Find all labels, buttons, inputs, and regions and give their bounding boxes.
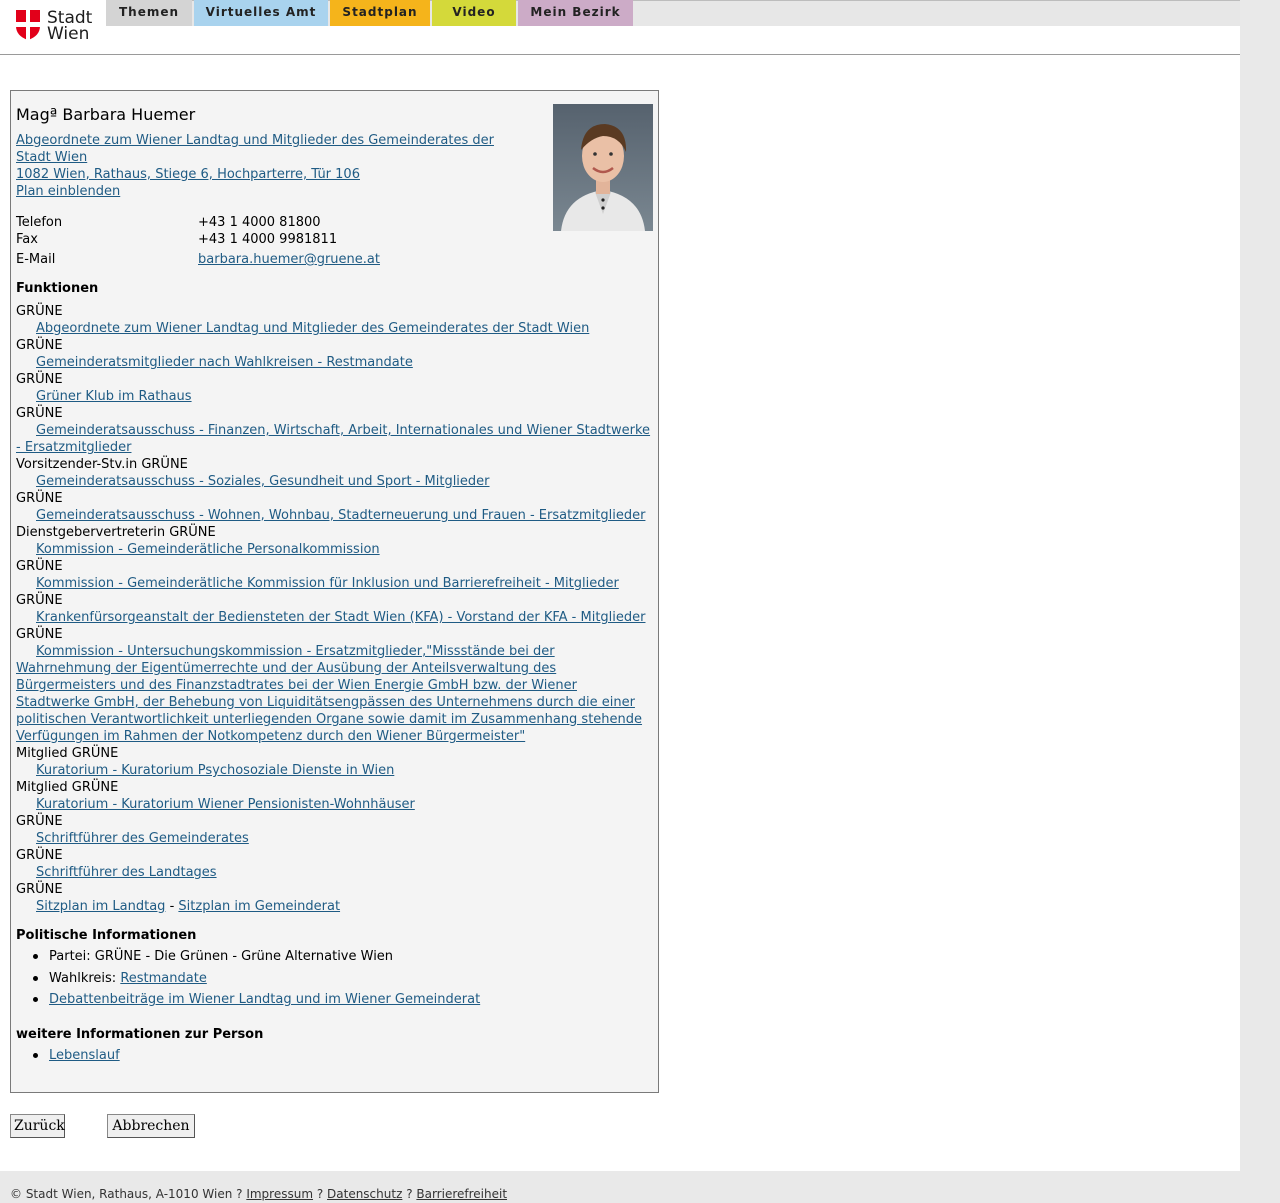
function-link[interactable]: Gemeinderatsmitglieder nach Wahlkreisen … bbox=[36, 355, 413, 370]
function-link[interactable]: Schriftführer des Landtages bbox=[36, 865, 217, 880]
function-role: GRÜNE bbox=[16, 559, 63, 574]
tab-virtuelles-amt[interactable]: Virtuelles Amt bbox=[194, 0, 328, 26]
copyright-text: © Stadt Wien, Rathaus, A-1010 Wien ? bbox=[10, 1187, 247, 1201]
bullet-icon bbox=[33, 1053, 38, 1058]
function-role: GRÜNE bbox=[16, 593, 63, 608]
impressum-link[interactable]: Impressum bbox=[246, 1187, 313, 1201]
stadt-wien-logo[interactable]: Stadt Wien bbox=[16, 8, 96, 44]
seatplan-landtag-link[interactable]: Sitzplan im Landtag bbox=[36, 899, 165, 914]
person-photo bbox=[553, 104, 653, 231]
footer-text: © Stadt Wien, Rathaus, A-1010 Wien ? Imp… bbox=[10, 1187, 507, 1201]
function-link-cont[interactable]: Bürgermeisters und des Finanzstadtrates … bbox=[16, 678, 577, 693]
address-link[interactable]: 1082 Wien, Rathaus, Stiege 6, Hochparter… bbox=[16, 167, 360, 182]
portrait-image bbox=[553, 104, 653, 231]
tab-mein-bezirk[interactable]: Mein Bezirk bbox=[518, 0, 633, 26]
person-detail-panel: Magª Barbara Huemer Abgeordnete zum Wien… bbox=[10, 90, 659, 1093]
function-link[interactable]: Kommission - Untersuchungskommission - E… bbox=[36, 644, 555, 659]
seatplan-separator: - bbox=[169, 899, 175, 914]
function-link[interactable]: Grüner Klub im Rathaus bbox=[36, 389, 192, 404]
function-role: GRÜNE bbox=[16, 882, 63, 897]
function-link-cont[interactable]: Wahrnehmung der Eigentümerrechte und der… bbox=[16, 661, 556, 676]
function-role: GRÜNE bbox=[16, 304, 63, 319]
phone-value: +43 1 4000 81800 bbox=[198, 215, 321, 230]
more-info-heading: weitere Informationen zur Person bbox=[16, 1027, 264, 1042]
footer-separator: ? bbox=[313, 1187, 328, 1201]
role-link-line2[interactable]: Stadt Wien bbox=[16, 150, 87, 165]
debates-link[interactable]: Debattenbeiträge im Wiener Landtag und i… bbox=[49, 992, 480, 1007]
email-link[interactable]: barbara.huemer@gruene.at bbox=[198, 252, 380, 267]
fax-value: +43 1 4000 9981811 bbox=[198, 232, 338, 247]
wien-shield-icon bbox=[16, 10, 40, 40]
function-role: GRÜNE bbox=[16, 848, 63, 863]
district-link[interactable]: Restmandate bbox=[120, 971, 207, 986]
functions-heading: Funktionen bbox=[16, 281, 99, 296]
district-info: Wahlkreis: Restmandate bbox=[49, 971, 207, 986]
privacy-link[interactable]: Datenschutz bbox=[327, 1187, 402, 1201]
function-link-cont[interactable]: Stadtwerke GmbH, der Behebung von Liquid… bbox=[16, 695, 635, 710]
phone-label: Telefon bbox=[16, 215, 63, 230]
function-role: Mitglied GRÜNE bbox=[16, 780, 119, 795]
political-info-heading: Politische Informationen bbox=[16, 928, 197, 943]
function-link[interactable]: Schriftführer des Gemeinderates bbox=[36, 831, 249, 846]
function-role: GRÜNE bbox=[16, 814, 63, 829]
bullet-icon bbox=[33, 976, 38, 981]
function-link[interactable]: Gemeinderatsausschuss - Finanzen, Wirtsc… bbox=[36, 423, 650, 438]
function-role: GRÜNE bbox=[16, 338, 63, 353]
district-label: Wahlkreis: bbox=[49, 971, 121, 986]
back-button[interactable]: Zurück bbox=[10, 1114, 65, 1138]
function-role: GRÜNE bbox=[16, 372, 63, 387]
function-role: Dienstgebervertreterin GRÜNE bbox=[16, 525, 216, 540]
function-link[interactable]: Kuratorium - Kuratorium Psychosoziale Di… bbox=[36, 763, 394, 778]
function-link[interactable]: Abgeordnete zum Wiener Landtag und Mitgl… bbox=[36, 321, 589, 336]
site-header: Stadt Wien Themen Virtuelles Amt Stadtpl… bbox=[0, 0, 1240, 55]
function-link-cont[interactable]: - Ersatzmitglieder bbox=[16, 440, 131, 455]
function-link-cont[interactable]: Verfügungen im Rahmen der Notkompetenz d… bbox=[16, 729, 525, 744]
tab-themen[interactable]: Themen bbox=[106, 0, 192, 26]
show-plan-link[interactable]: Plan einblenden bbox=[16, 184, 120, 199]
site-footer: © Stadt Wien, Rathaus, A-1010 Wien ? Imp… bbox=[0, 1171, 1240, 1203]
function-link[interactable]: Gemeinderatsausschuss - Wohnen, Wohnbau,… bbox=[36, 508, 645, 523]
accessibility-link[interactable]: Barrierefreiheit bbox=[416, 1187, 507, 1201]
logo-text-line2: Wien bbox=[47, 24, 90, 44]
function-role: Vorsitzender-Stv.in GRÜNE bbox=[16, 457, 188, 472]
person-name: Magª Barbara Huemer bbox=[16, 105, 196, 124]
email-label: E-Mail bbox=[16, 252, 56, 267]
seatplan-gemeinderat-link[interactable]: Sitzplan im Gemeinderat bbox=[178, 899, 340, 914]
function-role: GRÜNE bbox=[16, 406, 63, 421]
bullet-icon bbox=[33, 997, 38, 1002]
right-gutter bbox=[1240, 0, 1280, 1203]
fax-label: Fax bbox=[16, 232, 38, 247]
function-link[interactable]: Krankenfürsorgeanstalt der Bediensteten … bbox=[36, 610, 646, 625]
function-link[interactable]: Kuratorium - Kuratorium Wiener Pensionis… bbox=[36, 797, 415, 812]
function-role: GRÜNE bbox=[16, 491, 63, 506]
bullet-icon bbox=[33, 954, 38, 959]
cancel-button[interactable]: Abbrechen bbox=[107, 1114, 195, 1138]
role-link-line1[interactable]: Abgeordnete zum Wiener Landtag und Mitgl… bbox=[16, 133, 494, 148]
function-role: GRÜNE bbox=[16, 627, 63, 642]
seatplan-links: Sitzplan im Landtag - Sitzplan im Gemein… bbox=[36, 899, 340, 914]
party-info: Partei: GRÜNE - Die Grünen - Grüne Alter… bbox=[49, 949, 394, 964]
tab-video[interactable]: Video bbox=[432, 0, 516, 26]
cv-link[interactable]: Lebenslauf bbox=[49, 1048, 120, 1063]
function-role: Mitglied GRÜNE bbox=[16, 746, 119, 761]
function-link-cont[interactable]: politischen Verantwortlichkeit unterlieg… bbox=[16, 712, 642, 727]
function-link[interactable]: Kommission - Gemeinderätliche Personalko… bbox=[36, 542, 380, 557]
function-link[interactable]: Kommission - Gemeinderätliche Kommission… bbox=[36, 576, 619, 591]
tab-stadtplan[interactable]: Stadtplan bbox=[330, 0, 430, 26]
footer-separator: ? bbox=[402, 1187, 417, 1201]
function-link[interactable]: Gemeinderatsausschuss - Soziales, Gesund… bbox=[36, 474, 490, 489]
